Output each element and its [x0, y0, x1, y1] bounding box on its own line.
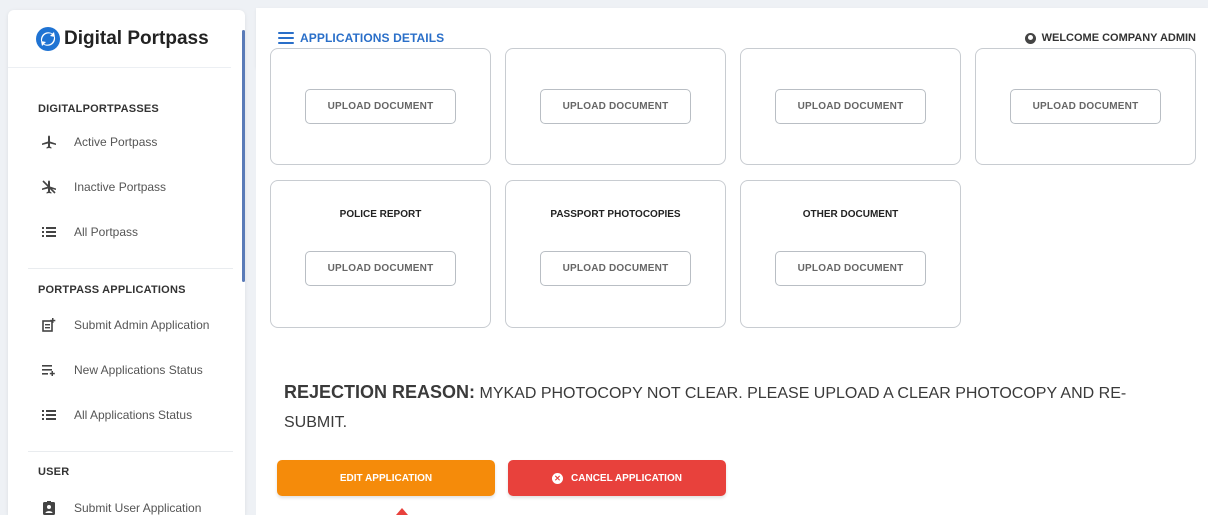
sidebar: Digital Portpass DIGITALPORTPASSES Activ… [8, 10, 245, 515]
sidebar-item-all-applications-status[interactable]: All Applications Status [40, 404, 192, 426]
sidebar-item-active-portpass[interactable]: Active Portpass [40, 131, 157, 153]
sidebar-item-label: Active Portpass [74, 135, 158, 149]
section-title-user: USER [38, 466, 70, 478]
document-title: PASSPORT PHOTOCOPIES [550, 209, 681, 220]
close-circle-icon: ✕ [552, 472, 564, 484]
cancel-application-button[interactable]: ✕ CANCEL APPLICATION [508, 460, 726, 496]
upload-document-button[interactable]: UPLOAD DOCUMENT [775, 89, 926, 124]
brand-logo-icon [36, 26, 60, 51]
sidebar-divider [28, 451, 233, 452]
sidebar-item-label: New Applications Status [74, 363, 203, 377]
document-card: UPLOAD DOCUMENT [975, 48, 1196, 165]
document-title: POLICE REPORT [339, 209, 422, 220]
badge-icon [40, 499, 58, 515]
document-card: UPLOAD DOCUMENT [270, 48, 491, 165]
document-card-passport-photocopies: PASSPORT PHOTOCOPIES UPLOAD DOCUMENT [505, 180, 726, 328]
section-title-digitalportpasses: DIGITALPORTPASSES [38, 103, 159, 115]
upload-document-button[interactable]: UPLOAD DOCUMENT [540, 89, 691, 124]
sidebar-item-label: Submit Admin Application [74, 318, 210, 332]
welcome-text: WELCOME COMPANY ADMIN [1041, 32, 1196, 44]
pointer-arrow-icon [396, 508, 408, 515]
rejection-label: REJECTION REASON: [284, 382, 476, 402]
document-title: OTHER DOCUMENT [802, 209, 899, 220]
add-note-icon [40, 316, 58, 334]
airplane-icon [40, 133, 58, 151]
upload-document-button[interactable]: UPLOAD DOCUMENT [305, 89, 456, 124]
edit-application-button[interactable]: EDIT APPLICATION [277, 460, 495, 496]
welcome-user[interactable]: WELCOME COMPANY ADMIN [1024, 32, 1196, 44]
sidebar-item-label: All Applications Status [74, 408, 193, 422]
brand[interactable]: Digital Portpass [8, 10, 231, 68]
upload-document-button[interactable]: UPLOAD DOCUMENT [540, 251, 691, 286]
sidebar-item-label: Submit User Application [74, 501, 202, 515]
section-title-portpass-applications: PORTPASS APPLICATIONS [38, 284, 186, 296]
sidebar-item-label: All Portpass [74, 225, 139, 239]
main-content: UPLOAD DOCUMENT UPLOAD DOCUMENT UPLOAD D… [256, 48, 1208, 515]
sidebar-item-submit-user-application[interactable]: Submit User Application [40, 497, 201, 515]
upload-document-button[interactable]: UPLOAD DOCUMENT [775, 251, 926, 286]
edit-application-label: EDIT APPLICATION [339, 472, 433, 484]
document-card-other-document: OTHER DOCUMENT UPLOAD DOCUMENT [740, 180, 961, 328]
user-circle-icon [1024, 32, 1036, 44]
document-card-police-report: POLICE REPORT UPLOAD DOCUMENT [270, 180, 491, 328]
document-card: UPLOAD DOCUMENT [740, 48, 961, 165]
sidebar-item-label: Inactive Portpass [74, 180, 167, 194]
upload-document-button[interactable]: UPLOAD DOCUMENT [305, 251, 456, 286]
airplane-off-icon [40, 178, 58, 196]
sidebar-item-all-portpass[interactable]: All Portpass [40, 221, 138, 243]
sidebar-item-inactive-portpass[interactable]: Inactive Portpass [40, 176, 166, 198]
sidebar-item-new-applications-status[interactable]: New Applications Status [40, 359, 203, 381]
list-icon [40, 223, 58, 241]
sidebar-scrollbar[interactable] [242, 30, 245, 282]
list-add-icon [40, 361, 58, 379]
sidebar-divider [28, 268, 233, 269]
page-title: APPLICATIONS DETAILS [300, 31, 445, 45]
cancel-application-label: CANCEL APPLICATION [571, 472, 682, 484]
brand-title: Digital Portpass [64, 27, 209, 49]
hamburger-menu-icon[interactable] [278, 32, 294, 44]
rejection-reason: REJECTION REASON: MYKAD PHOTOCOPY NOT CL… [284, 378, 1184, 437]
document-card: UPLOAD DOCUMENT [505, 48, 726, 165]
list-icon [40, 406, 58, 424]
sidebar-item-submit-admin-application[interactable]: Submit Admin Application [40, 314, 209, 336]
upload-document-button[interactable]: UPLOAD DOCUMENT [1010, 89, 1161, 124]
